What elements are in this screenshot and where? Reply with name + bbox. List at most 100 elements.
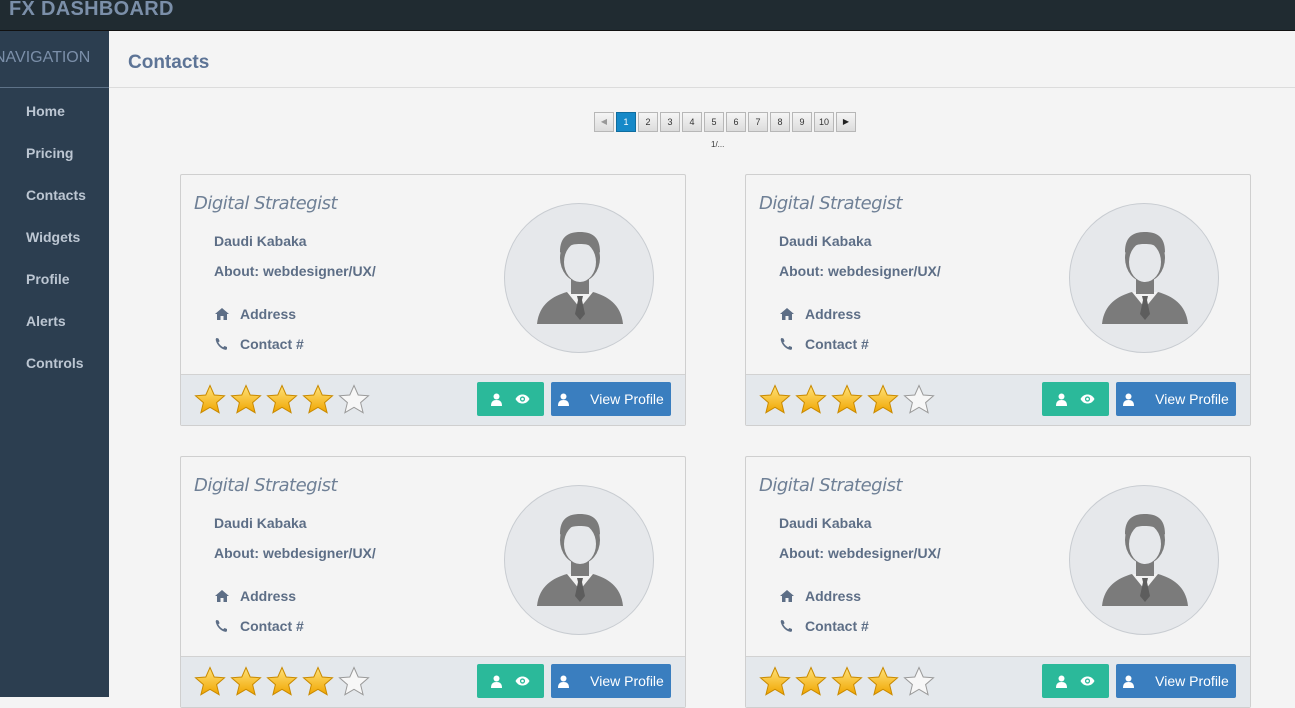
contact-label: Contact # [240, 618, 304, 634]
watch-contact-button[interactable] [1042, 664, 1109, 698]
contact-name: Daudi Kabaka [779, 515, 872, 531]
user-icon [1123, 675, 1135, 688]
contact-name: Daudi Kabaka [214, 233, 307, 249]
contact-card: Digital Strategist Daudi Kabaka About: web… [745, 174, 1251, 426]
contact-role: Digital Strategist [194, 475, 338, 496]
top-bar: FX DASHBOARD [0, 0, 1295, 31]
eye-icon [1080, 394, 1095, 404]
nav-header: NAVIGATION [0, 31, 109, 88]
person-avatar-icon [1102, 514, 1188, 606]
card-footer: View Profile [746, 374, 1250, 425]
person-avatar-icon [1102, 232, 1188, 324]
star-filled-icon [759, 666, 791, 696]
watch-contact-button[interactable] [477, 664, 544, 698]
star-empty-icon [903, 666, 935, 696]
page-button-3[interactable]: 3 [660, 112, 680, 132]
user-icon [1123, 393, 1135, 406]
star-filled-icon [831, 666, 863, 696]
contact-address: Address [779, 588, 861, 604]
page-button-10[interactable]: 10 [814, 112, 834, 132]
sidebar: NAVIGATION Home Pricing Contacts Widgets… [0, 31, 109, 697]
user-icon [491, 393, 502, 406]
star-filled-icon [302, 666, 334, 696]
sidebar-item-pricing[interactable]: Pricing [0, 134, 109, 176]
view-profile-button[interactable]: View Profile [551, 664, 671, 698]
user-icon [558, 675, 570, 688]
user-icon [1056, 675, 1067, 688]
contact-label: Contact # [240, 336, 304, 352]
star-filled-icon [194, 666, 226, 696]
contact-about: About: webdesigner/UX/ [214, 545, 376, 561]
contact-phone: Contact # [214, 618, 304, 634]
star-filled-icon [302, 384, 334, 414]
sidebar-item-controls[interactable]: Controls [0, 344, 109, 386]
avatar [504, 203, 654, 353]
page-button-1[interactable]: 1 [616, 112, 636, 132]
page-button-5[interactable]: 5 [704, 112, 724, 132]
sidebar-item-widgets[interactable]: Widgets [0, 218, 109, 260]
page-button-6[interactable]: 6 [726, 112, 746, 132]
contact-card: Digital Strategist Daudi Kabaka About: web… [745, 456, 1251, 708]
page-header: Contacts [109, 31, 1295, 88]
star-empty-icon [338, 384, 370, 414]
user-icon [558, 393, 570, 406]
watch-contact-button[interactable] [477, 382, 544, 416]
contact-card: Digital Strategist Daudi Kabaka About: web… [180, 174, 686, 426]
person-avatar-icon [537, 514, 623, 606]
page-button-9[interactable]: 9 [792, 112, 812, 132]
triangle-left-icon[interactable]: ◀ [594, 112, 614, 132]
contact-card: Digital Strategist Daudi Kabaka About: web… [180, 456, 686, 708]
view-profile-button[interactable]: View Profile [1116, 664, 1236, 698]
nav-header-label: NAVIGATION [0, 49, 91, 66]
contact-label: Contact # [805, 336, 869, 352]
pagination-info: 1/... [711, 140, 725, 149]
view-profile-button[interactable]: View Profile [1116, 382, 1236, 416]
avatar [1069, 485, 1219, 635]
star-rating[interactable] [759, 666, 939, 698]
triangle-right-icon[interactable]: ▶ [836, 112, 856, 132]
page-button-4[interactable]: 4 [682, 112, 702, 132]
eye-icon [515, 676, 530, 686]
sidebar-item-profile[interactable]: Profile [0, 260, 109, 302]
sidebar-item-home[interactable]: Home [0, 92, 109, 134]
contact-phone: Contact # [779, 618, 869, 634]
card-footer: View Profile [181, 656, 685, 707]
address-label: Address [240, 306, 297, 322]
star-rating[interactable] [194, 666, 374, 698]
phone-icon [780, 338, 792, 350]
sidebar-item-contacts[interactable]: Contacts [0, 176, 109, 218]
contact-about: About: webdesigner/UX/ [779, 545, 941, 561]
view-profile-label: View Profile [1155, 673, 1229, 689]
contact-address: Address [779, 306, 861, 322]
brand-title[interactable]: FX DASHBOARD [9, 0, 174, 21]
contact-about: About: webdesigner/UX/ [779, 263, 941, 279]
star-filled-icon [194, 384, 226, 414]
address-label: Address [805, 588, 862, 604]
star-filled-icon [795, 384, 827, 414]
star-rating[interactable] [759, 384, 939, 416]
star-filled-icon [867, 666, 899, 696]
phone-icon [215, 620, 227, 632]
contact-phone: Contact # [779, 336, 869, 352]
view-profile-button[interactable]: View Profile [551, 382, 671, 416]
star-empty-icon [338, 666, 370, 696]
contact-role: Digital Strategist [759, 193, 903, 214]
page-title: Contacts [128, 52, 210, 73]
avatar [1069, 203, 1219, 353]
user-icon [1056, 393, 1067, 406]
page-button-7[interactable]: 7 [748, 112, 768, 132]
star-filled-icon [230, 666, 262, 696]
star-rating[interactable] [194, 384, 374, 416]
page-button-2[interactable]: 2 [638, 112, 658, 132]
nav-list: Home Pricing Contacts Widgets Profile Al… [0, 88, 109, 386]
home-icon [780, 590, 794, 602]
phone-icon [780, 620, 792, 632]
star-filled-icon [795, 666, 827, 696]
page-button-8[interactable]: 8 [770, 112, 790, 132]
pagination: ◀ 1 2 3 4 5 6 7 8 9 10 ▶ [594, 112, 858, 132]
watch-contact-button[interactable] [1042, 382, 1109, 416]
sidebar-item-alerts[interactable]: Alerts [0, 302, 109, 344]
eye-icon [515, 394, 530, 404]
contact-role: Digital Strategist [194, 193, 338, 214]
eye-icon [1080, 676, 1095, 686]
